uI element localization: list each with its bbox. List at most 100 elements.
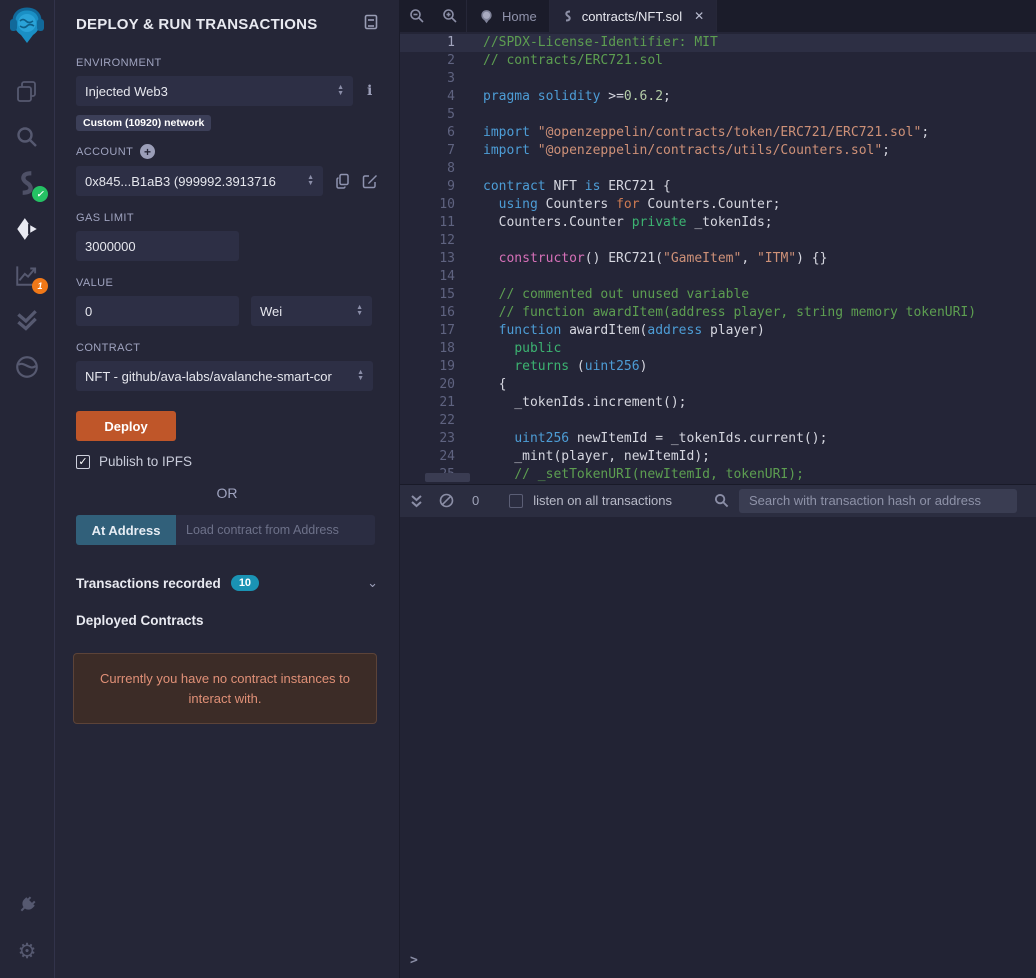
code-line-3[interactable]: 3 [400, 70, 1036, 88]
code-line-10[interactable]: 10 using Counters for Counters.Counter; [400, 196, 1036, 214]
select-arrows-icon: ▲ ▼ [356, 304, 363, 317]
analysis-count-badge: 1 [32, 278, 48, 294]
documentation-icon[interactable] [364, 14, 378, 35]
account-select[interactable]: 0x845...B1aB3 (999992.3913716 ▲ ▼ [76, 166, 323, 196]
collapse-terminal-icon[interactable] [410, 494, 423, 508]
deploy-run-panel: DEPLOY & RUN TRANSACTIONS ENVIRONMENT In… [55, 0, 400, 978]
environment-info-icon[interactable]: i [367, 83, 372, 99]
code-line-4[interactable]: 4 pragma solidity >=0.6.2; [400, 88, 1036, 106]
code-editor[interactable]: 1 //SPDX-License-Identifier: MIT 2 // contr… [400, 32, 1036, 484]
line-number: 17 [439, 323, 455, 338]
code-line-14[interactable]: 14 [400, 268, 1036, 286]
unit-testing-icon[interactable] [12, 306, 42, 336]
settings-icon[interactable]: ⚙ [12, 936, 42, 966]
code-line-1[interactable]: 1 //SPDX-License-Identifier: MIT [400, 34, 1036, 52]
transactions-chevron-icon[interactable]: ⌄ [367, 575, 378, 591]
select-arrows-icon: ▲ ▼ [357, 369, 364, 382]
code-line-20[interactable]: 20 { [400, 376, 1036, 394]
line-number: 22 [439, 413, 455, 428]
line-number: 24 [439, 449, 455, 464]
static-analysis-icon[interactable]: 1 [12, 260, 48, 294]
code-line-8[interactable]: 8 [400, 160, 1036, 178]
code-line-16[interactable]: 16 // function awardItem(address player,… [400, 304, 1036, 322]
select-arrows-icon: ▲ ▼ [337, 84, 344, 97]
code-line-12[interactable]: 12 [400, 232, 1036, 250]
plugin-manager-icon[interactable] [12, 890, 42, 920]
tab-nft-sol[interactable]: contracts/NFT.sol ✕ [549, 0, 718, 32]
line-number: 4 [447, 89, 455, 104]
line-number: 3 [447, 71, 455, 86]
edit-account-icon[interactable] [362, 173, 378, 189]
code-line-6[interactable]: 6 import "@openzeppelin/contracts/token/E… [400, 124, 1036, 142]
icon-sidebar: ✓ 1 ⚙ [0, 0, 55, 978]
line-number: 20 [439, 377, 455, 392]
line-number: 1 [447, 35, 455, 50]
debugger-icon[interactable] [12, 352, 42, 382]
transactions-count-badge: 10 [230, 575, 260, 591]
tab-home[interactable]: Home [466, 0, 550, 32]
line-number: 23 [439, 431, 455, 446]
home-logo-icon [481, 9, 492, 23]
value-input-wrap [76, 296, 239, 326]
solidity-compiler-icon[interactable]: ✓ [12, 168, 48, 202]
code-line-21[interactable]: 21 _tokenIds.increment(); [400, 394, 1036, 412]
main-area: Home contracts/NFT.sol ✕ 1 //SPDX-License… [400, 0, 1036, 978]
code-text: // contracts/ERC721.sol [483, 53, 664, 68]
sidebar-bottom-group: ⚙ [12, 890, 42, 978]
code-line-24[interactable]: 24 _mint(player, newItemId); [400, 448, 1036, 466]
code-line-23[interactable]: 23 uint256 newItemId = _tokenIds.current… [400, 430, 1036, 448]
terminal-search-input[interactable] [748, 493, 1007, 508]
code-line-19[interactable]: 19 returns (uint256) [400, 358, 1036, 376]
zoom-out-icon[interactable] [400, 0, 433, 32]
file-explorer-icon[interactable] [12, 76, 42, 106]
value-unit-select[interactable]: Wei ▲ ▼ [251, 296, 372, 326]
code-line-25[interactable]: 25 // _setTokenURI(newItemId, tokenURI); [400, 466, 1036, 484]
contract-select[interactable]: NFT - github/ava-labs/avalanche-smart-co… [76, 361, 373, 391]
code-text: _mint(player, newItemId); [483, 449, 710, 464]
value-label: VALUE [76, 277, 114, 289]
gas-limit-label: GAS LIMIT [76, 212, 134, 224]
code-line-2[interactable]: 2 // contracts/ERC721.sol [400, 52, 1036, 70]
line-number: 16 [439, 305, 455, 320]
close-tab-icon[interactable]: ✕ [694, 9, 704, 23]
remix-logo-icon[interactable] [9, 7, 45, 50]
code-line-18[interactable]: 18 public [400, 340, 1036, 358]
code-line-5[interactable]: 5 [400, 106, 1036, 124]
terminal-toolbar: 0 listen on all transactions [400, 483, 1036, 517]
deploy-button[interactable]: Deploy [76, 411, 176, 441]
at-address-input[interactable] [186, 523, 365, 537]
copy-account-icon[interactable] [335, 173, 350, 189]
value-input[interactable] [85, 303, 230, 319]
network-badge: Custom (10920) network [76, 115, 212, 131]
deployed-contracts-label: Deployed Contracts [76, 613, 204, 628]
code-line-7[interactable]: 7 import "@openzeppelin/contracts/utils/C… [400, 142, 1036, 160]
publish-ipfs-label: Publish to IPFS [99, 454, 193, 469]
code-line-13[interactable]: 13 constructor() ERC721("GameItem", "ITM… [400, 250, 1036, 268]
code-line-22[interactable]: 22 [400, 412, 1036, 430]
listen-transactions-checkbox[interactable] [509, 493, 524, 508]
line-number: 2 [447, 53, 455, 68]
code-line-15[interactable]: 15 // commented out unused variable [400, 286, 1036, 304]
code-text: import "@openzeppelin/contracts/utils/Co… [483, 143, 890, 158]
code-line-11[interactable]: 11 Counters.Counter private _tokenIds; [400, 214, 1036, 232]
publish-ipfs-checkbox[interactable]: ✓ [76, 454, 90, 469]
line-number: 9 [447, 179, 455, 194]
at-address-button[interactable]: At Address [76, 515, 176, 545]
line-number: 11 [439, 215, 455, 230]
code-text: public [514, 341, 562, 356]
deploy-run-icon[interactable] [12, 214, 42, 244]
terminal-output[interactable]: > [400, 516, 1036, 978]
zoom-in-icon[interactable] [433, 0, 466, 32]
code-text: _tokenIds.increment(); [483, 395, 687, 410]
clear-console-icon[interactable] [439, 493, 454, 508]
gas-limit-input[interactable] [85, 238, 230, 254]
search-icon[interactable] [12, 122, 42, 152]
code-line-17[interactable]: 17 function awardItem(address player) [400, 322, 1036, 340]
editor-hscrollbar-thumb[interactable] [425, 472, 470, 482]
add-account-icon[interactable]: + [140, 144, 156, 159]
code-text: uint256 newItemId = _tokenIds.current(); [514, 431, 828, 446]
code-line-9[interactable]: 9 contract NFT is ERC721 { [400, 178, 1036, 196]
environment-select[interactable]: Injected Web3 ▲ ▼ [76, 76, 353, 106]
